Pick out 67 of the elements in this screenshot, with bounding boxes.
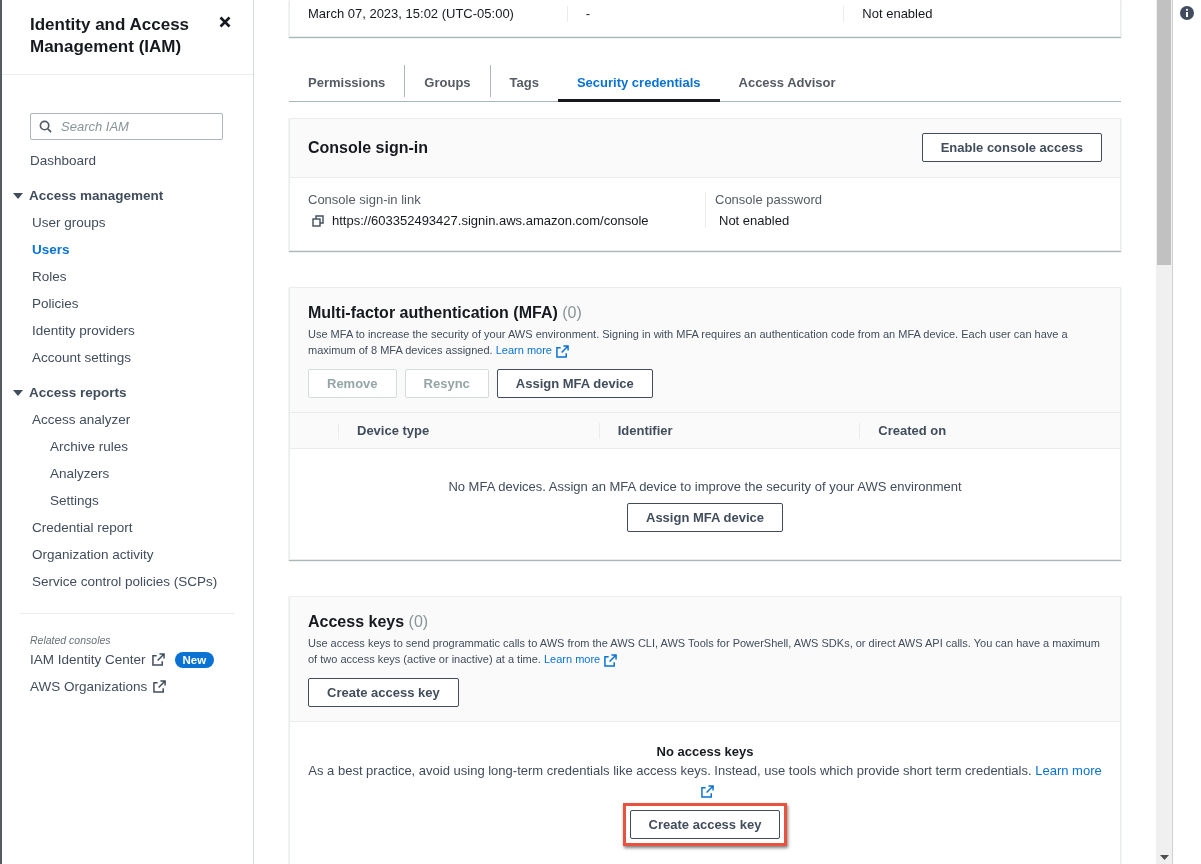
nav-link[interactable]: Credential report [2,514,133,541]
console-link[interactable]: IAM Identity Center [30,646,146,673]
scroll-thumb[interactable] [1157,0,1171,265]
nav-link[interactable]: Access analyzer [2,406,131,433]
info-icon[interactable] [1180,6,1194,20]
summary-value: - [566,6,844,22]
create-access-key-button[interactable]: Create access key [308,678,459,707]
new-badge: New [174,651,215,668]
nav-link[interactable]: Organization activity [2,541,154,568]
tab[interactable]: Security credentials [557,65,720,102]
field-label: Console password [715,192,823,207]
external-link-icon [555,344,569,358]
card-description: Use MFA to increase the security of your AWS environment. Signing in with MFA requires an authentication code from an MFA device. Each user can have a maximum of 8 MFA devices assigned. Learn more [308,327,1069,358]
enable-console-access-button[interactable]: Enable console access [921,133,1102,162]
field-value: Not enabled [719,213,790,228]
summary-value: Not enabled [843,6,1120,22]
nav-section-header[interactable]: Access management [2,182,253,209]
tab[interactable]: Permissions [289,65,405,102]
nav-link[interactable]: Account settings [2,344,132,371]
tab[interactable]: Access Advisor [719,65,855,102]
card-title: Multi-factor authentication (MFA) (0) [308,303,583,323]
related-consoles-heading: Related consoles [29,634,111,646]
field-label: Console sign-in link [308,192,422,207]
field-value: https://603352493427.signin.aws.amazon.com/console [332,213,649,228]
external-link-icon [700,785,714,799]
summary-value: March 07, 2023, 15:02 (UTC-05:00) [307,6,515,22]
learn-more-link[interactable]: Learn more [495,344,552,356]
card-description: Use access keys to send programmatic calls to AWS from the AWS CLI, AWS Tools for PowerShell, AWS SDKs, or direct AWS API calls. You can have a maximum of two access keys (active or inactive) at a time. Learn more [308,636,1101,667]
external-link-icon [151,653,165,666]
nav-section-header[interactable]: Access reports [2,379,253,406]
search-icon [39,120,52,133]
search-field[interactable]: Search IAM [30,113,223,140]
external-link-icon [153,680,167,693]
nav-link[interactable]: Identity providers [2,317,135,344]
nav-link[interactable]: Dashboard [2,147,97,174]
column-header: Identifier [598,422,860,439]
learn-more-link[interactable]: Learn more [544,653,601,665]
nav-link[interactable]: Analyzers [2,460,110,487]
scrollbar[interactable] [1156,0,1173,864]
learn-more-link[interactable]: Learn more [1035,763,1102,778]
nav-link[interactable]: Settings [2,487,99,514]
close-icon [219,16,231,28]
sidebar-title: Identity and Access Management (IAM) [30,14,191,58]
create-access-key-button[interactable]: Create access key [629,810,781,839]
external-link-icon [604,653,618,667]
scroll-down-icon[interactable] [1159,855,1169,860]
nav-link[interactable]: Service control policies (SCPs) [2,568,218,595]
caret-down-icon [13,387,23,398]
empty-title: No access keys [656,744,754,759]
empty-message: No MFA devices. Assign an MFA device to improve the security of your AWS environment [448,478,962,496]
assign-mfa-button[interactable]: Assign MFA device [627,503,783,532]
nav-link[interactable]: User groups [2,209,106,236]
nav-link[interactable]: Users [2,236,70,263]
nav-link[interactable]: Archive rules [2,433,129,460]
copy-icon[interactable] [312,214,324,227]
card-title: Console sign-in [308,137,428,158]
column-header: Created on [859,422,1120,439]
mfa-action-button[interactable]: Assign MFA device [496,369,653,398]
card-title: Access keys (0) [308,612,430,632]
tab[interactable]: Tags [490,65,558,102]
console-link[interactable]: AWS Organizations [30,673,148,700]
empty-message: As a best practice, avoid using long-term credentials like access keys. Instead, use tools which provide short term credentials. Learn more [308,761,1102,801]
column-header: Device type [338,422,599,439]
caret-down-icon [13,190,23,201]
tab[interactable]: Groups [405,65,490,102]
nav-link[interactable]: Policies [2,290,79,317]
nav-link[interactable]: Roles [2,263,67,290]
